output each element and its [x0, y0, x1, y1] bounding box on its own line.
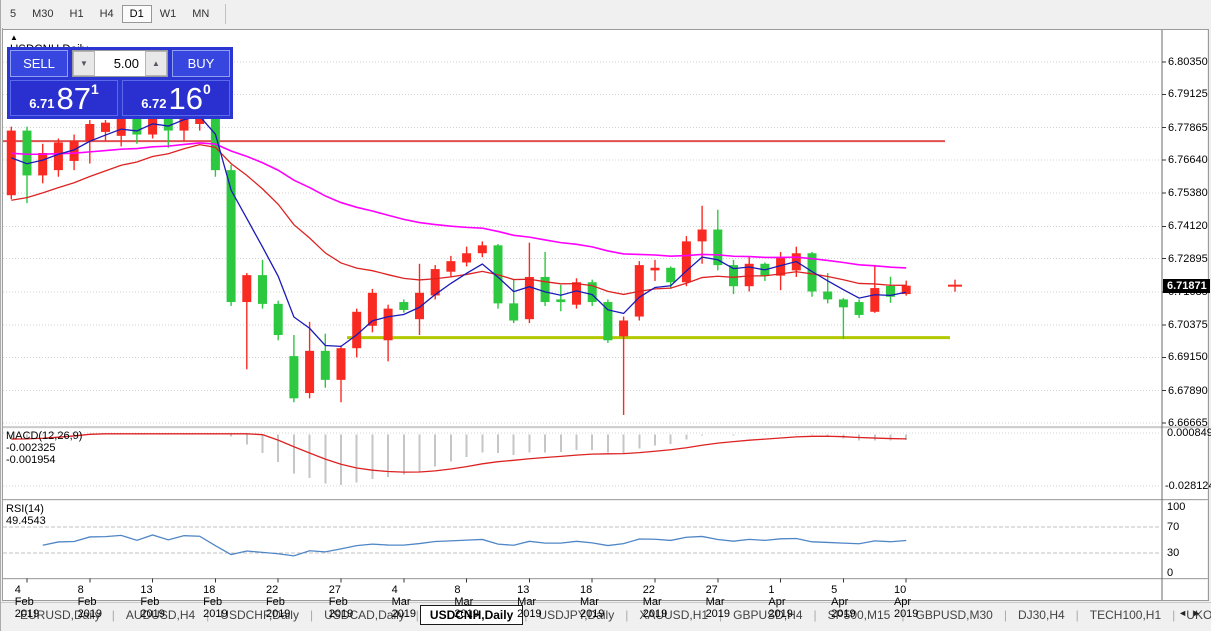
- time-axis-label: 18 Mar 2019: [579, 584, 605, 620]
- collapse-arrow-icon[interactable]: ▲: [10, 33, 18, 42]
- sell-price-display[interactable]: 6.71 87 1: [10, 80, 118, 116]
- buy-price-pip: 0: [203, 81, 211, 97]
- price-axis-label: 6.72895: [1168, 252, 1208, 265]
- down-arrow-icon: ▼: [80, 59, 88, 68]
- buy-price-display[interactable]: 6.72 16 0: [122, 80, 230, 116]
- price-axis-label: 6.77865: [1168, 121, 1208, 134]
- price-axis-label: 6.67890: [1168, 384, 1208, 397]
- volume-decrease-button[interactable]: ▼: [73, 51, 95, 76]
- chart-left-border: [2, 28, 3, 600]
- tab-scroll-right-icon[interactable]: ►: [1192, 608, 1206, 618]
- tab-scroll-left-icon[interactable]: ◄: [1178, 608, 1192, 618]
- volume-increase-button[interactable]: ▲: [145, 51, 167, 76]
- sell-price-prefix: 6.71: [29, 96, 55, 111]
- time-axis-label: 27 Mar 2019: [705, 584, 731, 620]
- time-axis-label: 10 Apr 2019: [893, 584, 919, 620]
- time-axis-label: 22 Mar 2019: [642, 584, 668, 620]
- one-click-trade-panel: SELL ▼ 5.00 ▲ BUY 6.71 87 1 6.72 16 0: [7, 47, 233, 119]
- current-price-tag: 6.71871: [1163, 279, 1210, 293]
- price-axis-label: 6.70375: [1168, 319, 1208, 332]
- macd-indicator-label: MACD(12,26,9) -0.002325 -0.001954: [6, 430, 83, 466]
- tab-scroll-arrows: ◄►: [1178, 608, 1206, 618]
- time-axis-label: 4 Mar 2019: [391, 584, 417, 620]
- price-axis-label: 6.69150: [1168, 351, 1208, 364]
- price-axis-label: 6.74120: [1168, 220, 1208, 233]
- time-axis-label: 27 Feb 2019: [328, 584, 354, 620]
- window-left-edge: [0, 0, 1, 631]
- rsi-indicator-label: RSI(14) 49.4543: [6, 503, 46, 527]
- price-axis-label: 6.76640: [1168, 153, 1208, 166]
- time-axis-label: 18 Feb 2019: [203, 584, 228, 620]
- volume-input[interactable]: 5.00: [95, 51, 145, 76]
- trading-terminal-window: 5M30H1H4D1W1MN ▲ USDCNH,Daily 6.71553 6.…: [0, 0, 1211, 631]
- time-axis-label: 22 Feb 2019: [265, 584, 291, 620]
- time-axis-label: 8 Mar 2019: [454, 584, 479, 620]
- time-axis-label: 1 Apr 2019: [768, 584, 793, 620]
- rsi-axis-label: 0: [1167, 567, 1174, 579]
- sell-button[interactable]: SELL: [10, 50, 68, 77]
- time-axis-label: 13 Mar 2019: [517, 584, 542, 620]
- time-axis-label: 13 Feb 2019: [140, 584, 165, 620]
- price-axis-label: 6.66665: [1168, 416, 1208, 429]
- up-arrow-icon: ▲: [152, 59, 160, 68]
- rsi-axis-label: 100: [1167, 501, 1186, 513]
- volume-stepper: ▼ 5.00 ▲: [72, 50, 168, 77]
- macd-axis-bottom-label: -0.028124: [1165, 480, 1211, 492]
- rsi-axis-label: 30: [1167, 547, 1180, 560]
- price-axis-label: 6.75380: [1168, 187, 1208, 200]
- price-axis-label: 6.79125: [1168, 88, 1208, 101]
- rsi-axis-label: 70: [1167, 520, 1180, 533]
- time-axis-label: 5 Apr 2019: [831, 584, 856, 620]
- buy-button[interactable]: BUY: [172, 50, 230, 77]
- buy-price-big: 16: [168, 81, 203, 116]
- sell-price-pip: 1: [91, 81, 99, 97]
- sell-price-big: 87: [56, 81, 91, 116]
- price-axis-label: 6.80350: [1168, 56, 1208, 68]
- buy-price-prefix: 6.72: [141, 96, 167, 111]
- time-axis-label: 4 Feb 2019: [14, 584, 40, 620]
- time-axis-label: 8 Feb 2019: [77, 584, 103, 620]
